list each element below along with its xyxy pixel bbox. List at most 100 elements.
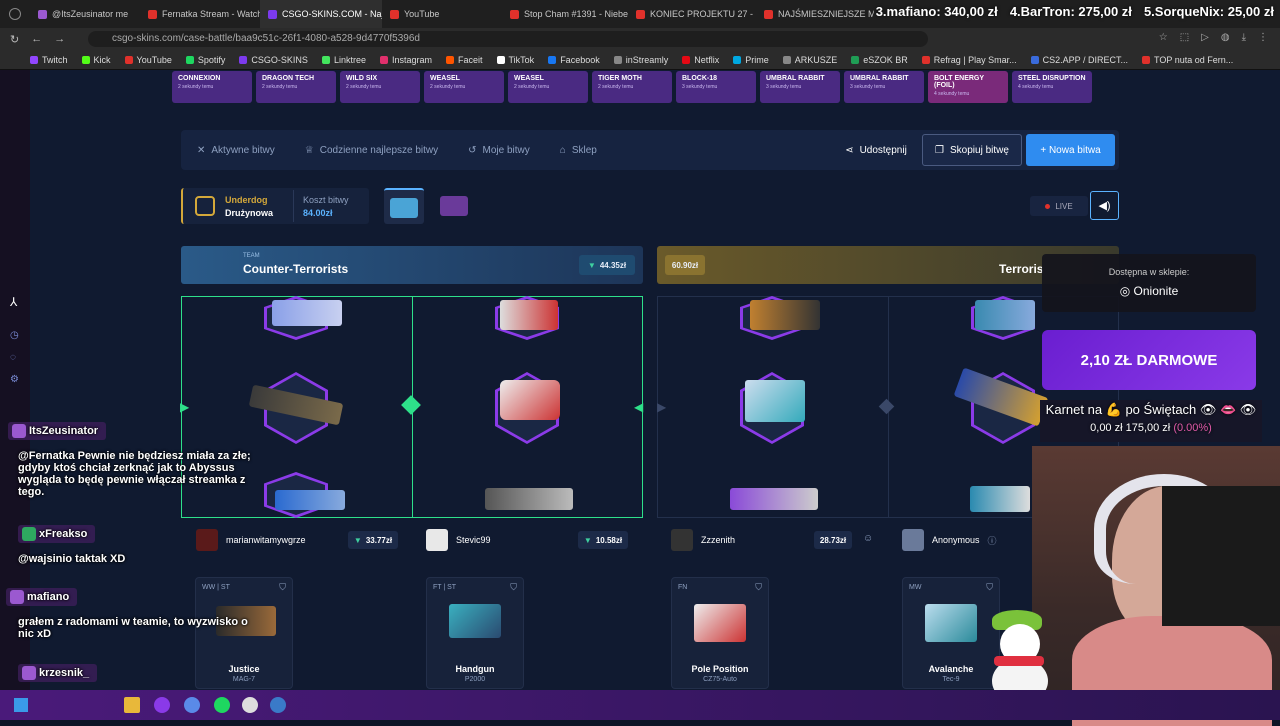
bookmark-favicon-icon bbox=[733, 55, 742, 64]
player-row[interactable]: Zzzenith bbox=[671, 529, 735, 551]
file-explorer-icon[interactable] bbox=[124, 697, 140, 713]
goal-widget: Karnet na 💪 po Świętach 👁 👄 👁 0,00 zł 17… bbox=[1040, 400, 1262, 442]
bookmark-item[interactable]: Instagram bbox=[379, 55, 432, 65]
browser-tab[interactable]: Fernatka Stream - Watch bbox=[140, 0, 260, 28]
bookmark-item[interactable]: TOP nuta od Fern... bbox=[1142, 55, 1233, 65]
drop-skin-name: WEASEL bbox=[430, 75, 460, 82]
player-row[interactable]: marianwitamywgrze bbox=[196, 529, 306, 551]
bookmark-favicon-icon bbox=[321, 55, 330, 64]
bookmark-item[interactable]: CS2.APP / DIRECT... bbox=[1030, 54, 1129, 65]
browser-icon[interactable] bbox=[184, 697, 200, 713]
bookmark-item[interactable]: Faceit bbox=[446, 55, 483, 65]
team-value: 60.90zł bbox=[665, 255, 705, 275]
bookmark-item[interactable]: Twitch bbox=[30, 55, 68, 65]
back-icon[interactable]: ← bbox=[31, 33, 42, 45]
live-drop-card[interactable]: UMBRAL RABBIT 3 sekundy temu bbox=[760, 71, 840, 103]
drop-skin-name: UMBRAL RABBIT bbox=[766, 75, 825, 82]
team-name: Counter-Terrorists bbox=[243, 262, 349, 276]
drop-time: 4 sekundy temu bbox=[934, 91, 970, 97]
browser-menu-icon[interactable] bbox=[0, 8, 30, 20]
url-input[interactable]: csgo-skins.com/case-battle/baa9c51c-26f1… bbox=[88, 31, 928, 47]
chat-badge-icon bbox=[22, 527, 36, 541]
swords-icon: ✕ bbox=[197, 144, 206, 156]
menu-icon[interactable]: ⋮ bbox=[1258, 32, 1268, 43]
bookmark-item[interactable]: inStreamly bbox=[613, 55, 668, 65]
bookmark-item[interactable]: Spotify bbox=[185, 55, 225, 65]
bookmark-item[interactable]: TikTok bbox=[496, 55, 534, 65]
drop-time: 3 sekundy temu bbox=[766, 84, 802, 90]
case-thumbnail-selected[interactable] bbox=[384, 188, 424, 224]
browser-tab[interactable]: Stop Cham #1391 - Niebe bbox=[502, 0, 628, 28]
obs-icon[interactable] bbox=[242, 697, 258, 713]
logo-icon[interactable]: ⅄ bbox=[10, 295, 17, 309]
browser-tab[interactable]: YouTube bbox=[382, 0, 502, 28]
speaker-icon: ◀) bbox=[1098, 200, 1111, 212]
chat-username: xFreakso bbox=[39, 527, 88, 540]
tab-shop[interactable]: ⌂ Sklep bbox=[560, 145, 597, 156]
chat-username: mafiano bbox=[27, 590, 70, 603]
extension-icon[interactable]: ▷ bbox=[1201, 32, 1209, 43]
copy-battle-button[interactable]: ❐ Skopiuj bitwę bbox=[922, 134, 1022, 166]
bookmark-item[interactable]: eSZOK BR bbox=[851, 55, 908, 65]
sound-toggle-button[interactable]: ◀) bbox=[1090, 191, 1119, 220]
extension-icon[interactable]: ◍ bbox=[1221, 32, 1230, 43]
team-name: Terroris bbox=[999, 262, 1044, 276]
live-drop-card[interactable]: BOLT ENERGY (FOIL) 4 sekundy temu bbox=[928, 71, 1008, 103]
clock-icon[interactable]: ◷ bbox=[10, 330, 19, 341]
live-drop-card[interactable]: BLOCK-18 3 sekundy temu bbox=[676, 71, 756, 103]
live-drop-card[interactable]: WILD SIX 2 sekundy temu bbox=[340, 71, 420, 103]
downloads-icon[interactable]: ⤓ bbox=[1242, 32, 1246, 43]
drop-card[interactable]: FN ⛉ Pole Position CZ75-Auto bbox=[671, 577, 769, 689]
new-battle-button[interactable]: + Nowa bitwa bbox=[1026, 134, 1115, 166]
forward-icon[interactable]: → bbox=[54, 33, 65, 45]
live-drop-card[interactable]: CONNEXION 2 sekundy temu bbox=[172, 71, 252, 103]
bookmark-item[interactable]: Linktree bbox=[321, 55, 366, 65]
windows-start-icon[interactable] bbox=[14, 698, 28, 712]
shop-brand: ◎ Onionite bbox=[1042, 284, 1256, 298]
live-drop-card[interactable]: STEEL DISRUPTION 4 sekundy temu bbox=[1012, 71, 1092, 103]
drop-time: 2 sekundy temu bbox=[514, 84, 550, 90]
webcam-feed bbox=[1032, 446, 1280, 726]
live-drop-card[interactable]: WEASEL 2 sekundy temu bbox=[508, 71, 588, 103]
browser-tab[interactable]: NAJŚMIESZNIEJSZE MO bbox=[756, 0, 874, 28]
player-row[interactable]: Stevic99 bbox=[426, 529, 491, 551]
pistol-skin-icon bbox=[500, 380, 560, 420]
chat-icon[interactable]: ◌ bbox=[10, 352, 16, 363]
tab-label: Fernatka Stream - Watch bbox=[162, 9, 260, 19]
browser-tab[interactable]: CSGO-SKINS.COM - Naj bbox=[260, 0, 382, 28]
bookmark-favicon-icon bbox=[921, 55, 930, 64]
bookmark-item[interactable]: CSGO-SKINS bbox=[239, 55, 308, 65]
tab-daily-best[interactable]: ♕ Codzienne najlepsze bitwy bbox=[305, 145, 438, 156]
bookmark-label: CS2.APP / DIRECT... bbox=[1042, 54, 1129, 65]
drop-card[interactable]: FT | ST ⛉ Handgun P2000 bbox=[426, 577, 524, 689]
live-drop-card[interactable]: TIGER MOTH 2 sekundy temu bbox=[592, 71, 672, 103]
tab-favicon-icon bbox=[390, 9, 399, 19]
bookmark-item[interactable]: Kick bbox=[81, 55, 111, 65]
tab-my-battles[interactable]: ↺ Moje bitwy bbox=[468, 145, 530, 156]
browser-tab[interactable]: @ItsZeusinator me bbox=[30, 0, 140, 28]
case-icon bbox=[390, 198, 418, 218]
spotify-icon[interactable] bbox=[214, 697, 230, 713]
browser-tab[interactable]: KONIEC PROJEKTU 27 - bbox=[628, 0, 756, 28]
live-drop-card[interactable]: DRAGON TECH 2 sekundy temu bbox=[256, 71, 336, 103]
player-row[interactable]: Anonymous ⓘ bbox=[902, 529, 997, 551]
settings-icon[interactable]: ⚙ bbox=[10, 374, 19, 385]
bookmark-star-icon[interactable]: ☆ bbox=[1159, 32, 1168, 43]
bookmark-item[interactable]: YouTube bbox=[124, 55, 172, 65]
share-button[interactable]: ⋖ Udostępnij bbox=[836, 134, 916, 166]
case-thumbnail[interactable] bbox=[434, 188, 474, 224]
tab-active-battles[interactable]: ✕ Aktywne bitwy bbox=[197, 145, 275, 156]
bookmark-label: Twitch bbox=[42, 54, 68, 65]
live-drop-card[interactable]: WEASEL 2 sekundy temu bbox=[424, 71, 504, 103]
bookmark-item[interactable]: Refrag | Play Smar... bbox=[921, 55, 1017, 65]
steam-icon[interactable] bbox=[270, 697, 286, 713]
reload-icon[interactable]: ↻ bbox=[10, 33, 19, 46]
bookmark-item[interactable]: Netflix bbox=[682, 55, 719, 65]
bookmark-item[interactable]: Facebook bbox=[548, 55, 600, 65]
emoji-icon[interactable]: ☺ bbox=[863, 533, 873, 544]
app-icon[interactable] bbox=[154, 697, 170, 713]
bookmark-item[interactable]: ARKUSZE bbox=[782, 55, 837, 65]
bookmark-item[interactable]: Prime bbox=[733, 55, 769, 65]
extension-icon[interactable]: ⬚ bbox=[1180, 32, 1189, 43]
live-drop-card[interactable]: UMBRAL RABBIT 3 sekundy temu bbox=[844, 71, 924, 103]
